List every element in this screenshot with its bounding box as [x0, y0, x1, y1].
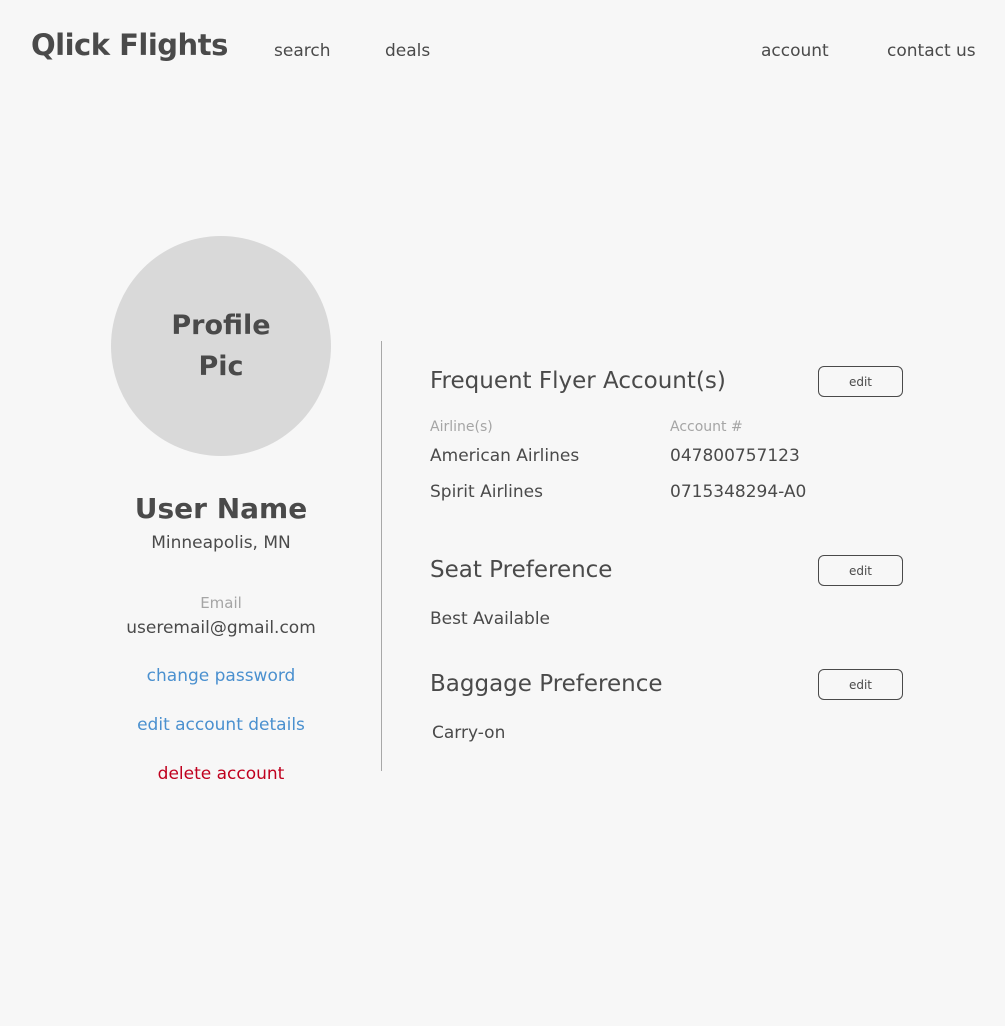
baggage-preference-value: Carry-on — [432, 723, 506, 743]
email-value: useremail@gmail.com — [126, 618, 316, 638]
airline-cell: American Airlines — [430, 446, 580, 466]
email-label: Email — [200, 594, 242, 612]
user-location: Minneapolis, MN — [151, 533, 291, 553]
nav-deals[interactable]: deals — [385, 41, 430, 61]
change-password-link[interactable]: change password — [71, 666, 371, 686]
user-name: User Name — [134, 492, 308, 525]
column-divider — [381, 341, 382, 771]
avatar-placeholder-text: Profile Pic — [171, 310, 271, 382]
frequent-flyer-title: Frequent Flyer Account(s) — [430, 368, 726, 394]
edit-account-details-link[interactable]: edit account details — [71, 715, 371, 735]
account-number-cell: 0715348294-A0 — [670, 482, 807, 502]
account-number-cell: 047800757123 — [670, 446, 800, 466]
baggage-preference-title: Baggage Preference — [430, 671, 663, 697]
nav-search[interactable]: search — [274, 41, 330, 61]
nav-account[interactable]: account — [761, 41, 829, 61]
delete-account-link[interactable]: delete account — [71, 764, 371, 784]
avatar: Profile Pic — [111, 236, 331, 456]
airline-cell: Spirit Airlines — [430, 482, 543, 502]
airline-column-header: Airline(s) — [430, 419, 493, 435]
baggage-preference-edit-button[interactable]: edit — [818, 669, 903, 700]
seat-preference-title: Seat Preference — [430, 557, 613, 583]
seat-preference-edit-button[interactable]: edit — [818, 555, 903, 586]
brand-logo[interactable]: Qlick Flights — [31, 28, 228, 62]
nav-contact-us[interactable]: contact us — [887, 41, 976, 61]
account-column-header: Account # — [670, 419, 743, 435]
seat-preference-value: Best Available — [430, 609, 550, 629]
frequent-flyer-edit-button[interactable]: edit — [818, 366, 903, 397]
